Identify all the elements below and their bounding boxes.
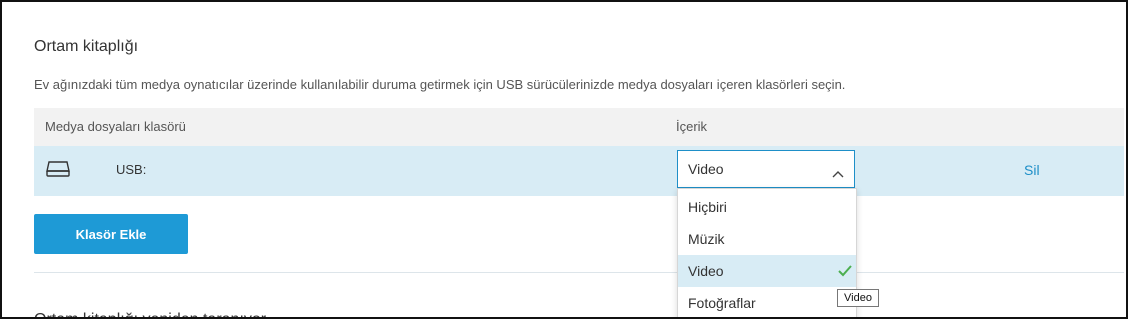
option-label: Hiçbiri [688,199,727,215]
media-library-panel: Ortam kitaplığı Ev ağınızdaki tüm medya … [0,0,1128,319]
section-title: Ortam kitaplığı [34,38,139,55]
add-folder-button[interactable]: Klasör Ekle [34,214,188,254]
content-type-select[interactable]: Video [677,150,855,188]
content-type-value: Video [688,161,724,177]
chevron-up-icon [832,165,844,178]
dropdown-option-none[interactable]: Hiçbiri [678,191,856,223]
delete-link[interactable]: Sil [1024,162,1040,178]
dropdown-option-photos[interactable]: Fotoğraflar [678,287,856,317]
option-label: Müzik [688,231,725,247]
next-section-title: Ortam kitaplığı yeniden taranıyor [34,311,266,317]
dropdown-option-music[interactable]: Müzik [678,223,856,255]
hard-drive-icon [45,160,71,178]
column-header-folder: Medya dosyaları klasörü [45,119,186,134]
option-label: Video [688,263,724,279]
dropdown-option-video[interactable]: Video [678,255,856,287]
table-row: USB: Video Sil [34,146,1124,196]
table-header: Medya dosyaları klasörü İçerik [34,108,1124,146]
section-description: Ev ağınızdaki tüm medya oynatıcılar üzer… [34,77,846,92]
tooltip: Video [837,289,879,307]
section-divider [34,272,1124,273]
column-header-content: İçerik [676,119,708,134]
checkmark-icon [838,264,852,277]
folder-name: USB: [116,162,147,177]
content-type-dropdown: Hiçbiri Müzik Video Fotoğraflar [677,188,857,317]
option-label: Fotoğraflar [688,295,756,311]
